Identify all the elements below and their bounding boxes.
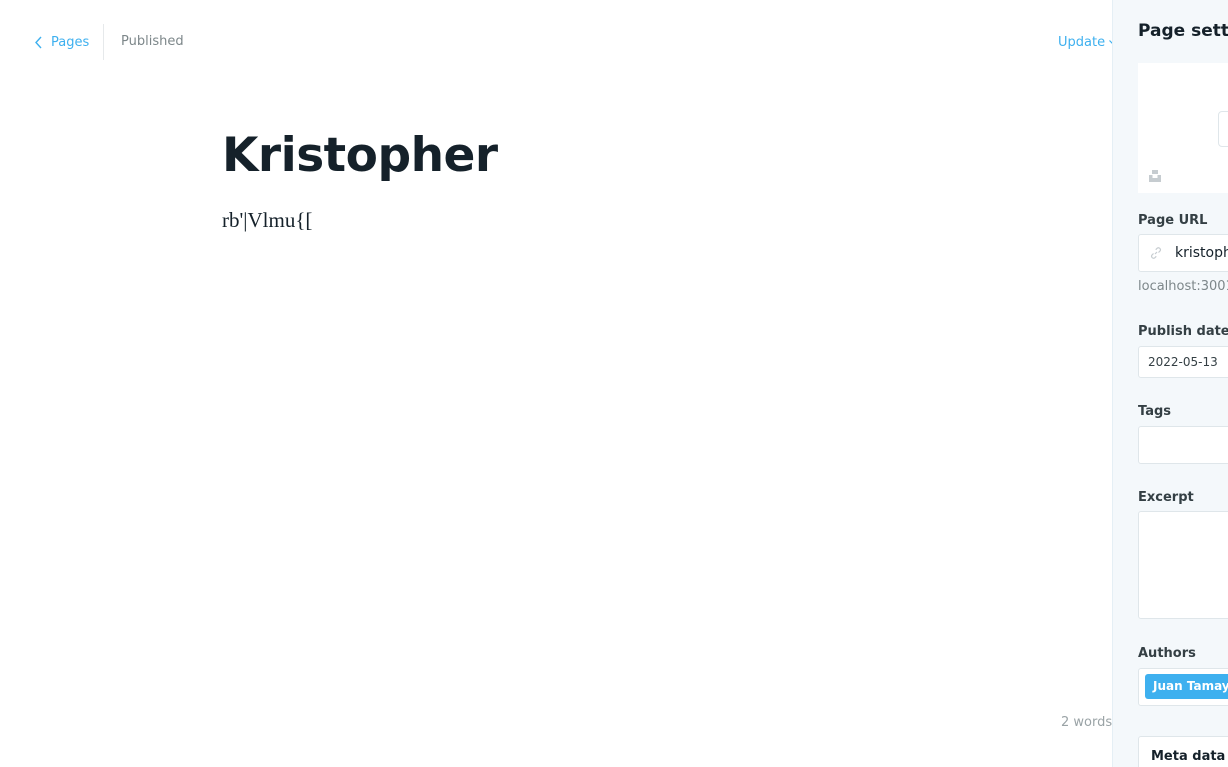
back-to-pages-link[interactable]: Pages (34, 33, 89, 51)
page-url-label: Page URL (1138, 213, 1208, 228)
author-chip[interactable]: Juan Tamayo (1145, 674, 1228, 699)
meta-data-label: Meta data (1151, 749, 1226, 764)
page-url-hint: localhost:3001/kristopher/ (1138, 279, 1228, 294)
post-body[interactable]: rb'|Vlmu{[ (222, 208, 312, 233)
post-title[interactable]: Kristopher (222, 128, 498, 183)
meta-data-row[interactable]: Meta data (1138, 736, 1228, 767)
upload-image-button[interactable] (1218, 111, 1228, 147)
publish-date-label: Publish date (1138, 324, 1228, 339)
update-button-label: Update (1058, 35, 1106, 50)
chevron-left-icon (35, 36, 42, 48)
tags-input[interactable] (1138, 426, 1228, 464)
authors-label: Authors (1138, 646, 1196, 661)
unsplash-icon[interactable] (1148, 169, 1162, 183)
header-divider (103, 24, 104, 60)
status-label: Published (121, 34, 184, 49)
tags-label: Tags (1138, 404, 1172, 419)
page-url-input[interactable]: kristopher (1138, 234, 1228, 272)
link-icon (1151, 247, 1161, 259)
update-button[interactable]: Update (1058, 35, 1118, 50)
feature-image-uploader[interactable] (1138, 63, 1228, 193)
settings-panel: Page settings Page URL kristopher localh… (1112, 0, 1228, 767)
publish-date-value: 2022-05-13 (1148, 355, 1218, 369)
authors-input[interactable]: Juan Tamayo (1138, 668, 1228, 706)
panel-title: Page settings (1138, 21, 1228, 41)
word-count: 2 words (1061, 715, 1113, 730)
back-link-label: Pages (51, 34, 90, 50)
excerpt-textarea[interactable] (1138, 511, 1228, 619)
publish-date-input[interactable]: 2022-05-13 (1138, 346, 1228, 378)
page-url-value: kristopher (1175, 245, 1228, 261)
excerpt-label: Excerpt (1138, 490, 1194, 505)
